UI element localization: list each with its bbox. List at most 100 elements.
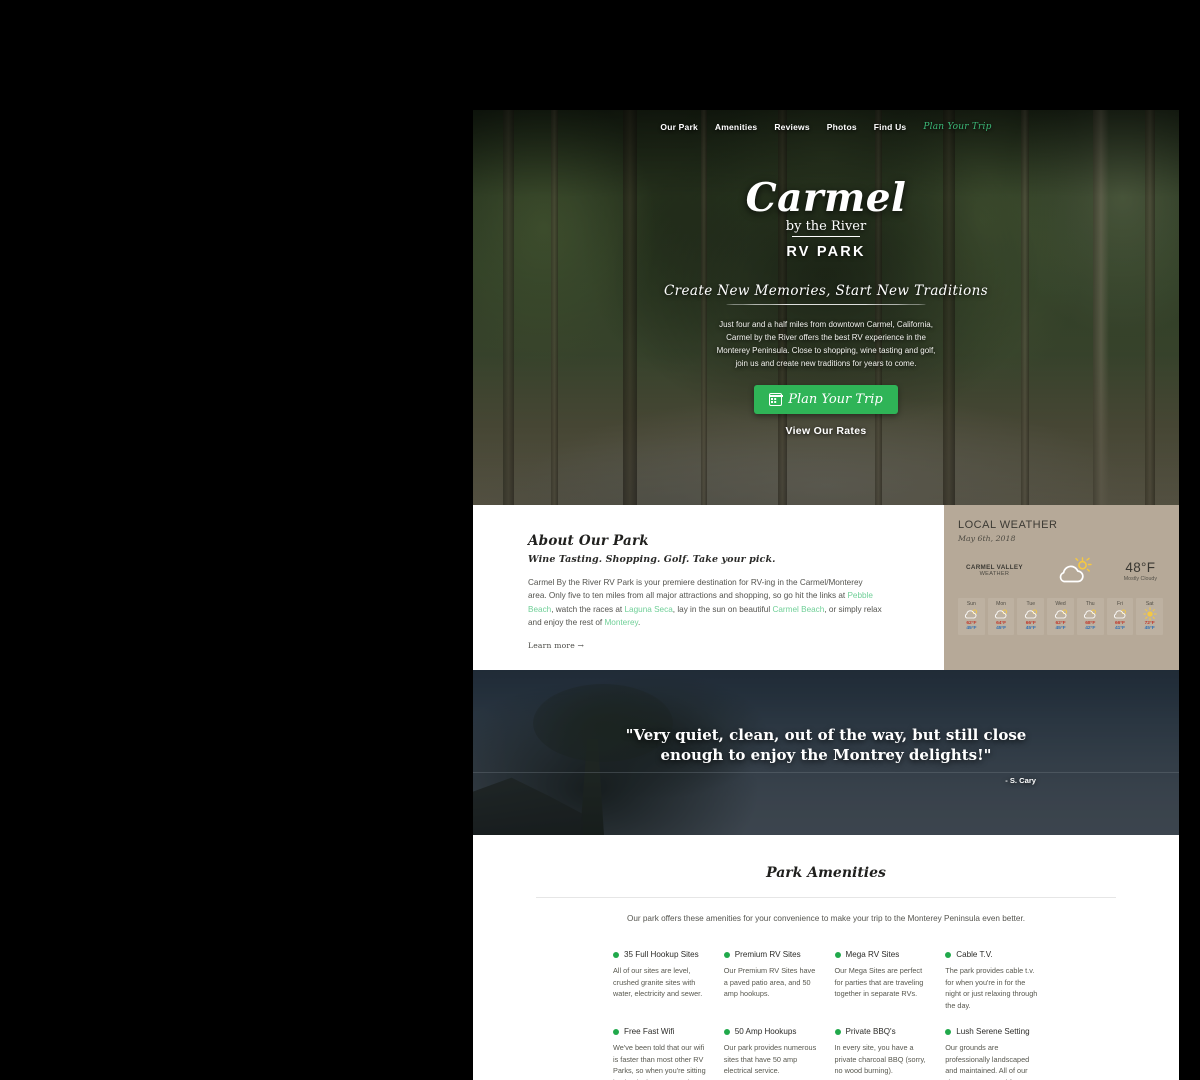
testimonial-quote: "Very quiet, clean, out of the way, but … (625, 726, 1027, 764)
amenities-title: Park Amenities (766, 865, 886, 881)
amenity-description: Our park provides numerous sites that ha… (723, 1043, 817, 1076)
amenity-item: Lush Serene Setting Our grounds are prof… (945, 1027, 1039, 1080)
link-carmel-beach[interactable]: Carmel Beach (772, 605, 824, 614)
amenity-title: 50 Amp Hookups (734, 1027, 797, 1037)
calendar-icon (768, 392, 783, 406)
hero-description: Just four and a half miles from downtown… (716, 320, 936, 368)
forecast-day: Sat 72°F 45°F (1136, 598, 1164, 635)
weather-current-temp-block: 48°F Mostly Cloudy (1124, 560, 1157, 582)
about-title: About Our Park (528, 533, 649, 549)
forecast-low: 45°F (1144, 626, 1155, 631)
forecast-icon-wrap (958, 607, 985, 621)
plan-your-trip-label: Plan Your Trip (788, 391, 883, 407)
bullet-icon (945, 1028, 952, 1035)
testimonial-section: "Very quiet, clean, out of the way, but … (473, 670, 1179, 835)
testimonial-attribution: - S. Cary (1005, 775, 1036, 785)
site-logo: Carmel by the River RV PARK (473, 175, 1179, 261)
forecast-icon-wrap (1017, 607, 1044, 621)
plan-your-trip-button[interactable]: Plan Your Trip (754, 384, 898, 414)
hero-tagline: Create New Memories, Start New Tradition… (663, 283, 989, 300)
weather-location-line1: CARMEL VALLEY (966, 563, 1023, 571)
weather-title: LOCAL WEATHER (958, 519, 1058, 531)
nav-item-amenities[interactable]: Amenities (715, 122, 757, 132)
partly-cloudy-icon (1060, 557, 1092, 583)
local-weather-widget: LOCAL WEATHER May 6th, 2018 CARMEL VALLE… (944, 505, 1179, 670)
amenity-title: Mega RV Sites (845, 950, 900, 959)
bullet-icon (834, 951, 841, 958)
weather-forecast-row: Sun 62°F 45°F Mon 64°F 45°F Tue 66°F 45°… (958, 598, 1164, 635)
amenity-description: Our Premium RV Sites have a paved patio … (723, 966, 816, 999)
website-page: Our Park Amenities Reviews Photos Find U… (473, 110, 1179, 1080)
amenity-title: Free Fast Wifi (624, 1027, 675, 1037)
learn-more-link[interactable]: Learn more → (528, 641, 584, 650)
amenity-title: Cable T.V. (956, 950, 993, 959)
amenities-divider (536, 897, 1116, 898)
nav-item-our-park[interactable]: Our Park (660, 122, 698, 132)
logo-line-carmel: Carmel (745, 175, 907, 221)
sunny-icon (1142, 607, 1157, 621)
about-body: Carmel By the River RV Park is your prem… (528, 576, 883, 629)
about-body-part-2: , watch the races at (551, 604, 625, 614)
amenity-description: Our Mega Sites are perfect for parties t… (834, 966, 924, 999)
tagline-divider (726, 304, 926, 306)
amenity-description: All of our sites are level, crushed gran… (613, 966, 703, 999)
about-weather-band: About Our Park Wine Tasting. Shopping. G… (473, 505, 1179, 670)
bullet-icon (945, 951, 952, 958)
bullet-icon (613, 951, 619, 958)
logo-line-by-the-river: by the River (786, 219, 866, 238)
forecast-icon-wrap (1077, 607, 1104, 621)
forecast-low: 45°F (1055, 626, 1066, 631)
forecast-day: Sun 62°F 45°F (958, 598, 985, 635)
amenity-description: We've been told that our wifi is faster … (613, 1043, 706, 1080)
park-amenities-section: Park Amenities Our park offers these ame… (473, 835, 1179, 1080)
bullet-icon (723, 951, 730, 958)
amenity-description: Our grounds are professionally landscape… (945, 1043, 1030, 1080)
partly-cloudy-icon (995, 609, 1008, 619)
partly-cloudy-icon (1113, 609, 1126, 619)
bullet-icon (613, 1028, 619, 1035)
logo-line-rv-park: RV PARK (786, 244, 866, 261)
forecast-low: 45°F (1025, 626, 1036, 631)
partly-cloudy-icon (1084, 609, 1097, 619)
amenity-title: Lush Serene Setting (956, 1027, 1030, 1037)
forecast-day: Wed 62°F 45°F (1047, 598, 1074, 635)
forecast-low: 45°F (966, 626, 977, 631)
link-monterey[interactable]: Monterey (604, 618, 638, 627)
amenities-grid: 35 Full Hookup Sites All of our sites ar… (473, 923, 1179, 1080)
partly-cloudy-icon (1024, 609, 1037, 619)
forecast-day: Fri 66°F 41°F (1106, 598, 1134, 635)
nav-item-photos[interactable]: Photos (827, 122, 857, 132)
forecast-icon-wrap (988, 607, 1015, 621)
about-body-part-1: Carmel By the River RV Park is your prem… (528, 578, 863, 601)
nav-item-plan-your-trip[interactable]: Plan Your Trip (923, 122, 991, 132)
amenity-title: 35 Full Hookup Sites (624, 950, 699, 959)
nav-item-reviews[interactable]: Reviews (774, 122, 809, 132)
forecast-low: 41°F (1114, 626, 1125, 631)
nav-item-find-us[interactable]: Find Us (874, 122, 907, 132)
amenity-item: 50 Amp Hookups Our park provides numerou… (723, 1027, 818, 1080)
bullet-icon (834, 1028, 841, 1035)
amenity-item: Premium RV Sites Our Premium RV Sites ha… (723, 950, 818, 1011)
weather-date: May 6th, 2018 (958, 534, 1016, 543)
weather-location: CARMEL VALLEY WEATHER (966, 564, 1023, 579)
amenity-title: Premium RV Sites (734, 950, 801, 959)
amenity-title: Private BBQ's (845, 1027, 896, 1037)
amenity-item: Mega RV Sites Our Mega Sites are perfect… (834, 950, 929, 1011)
weather-current: CARMEL VALLEY WEATHER 48°F Mostly Cloudy (958, 556, 1163, 586)
forecast-low: 42°F (1085, 626, 1096, 631)
forecast-day: Mon 64°F 45°F (987, 598, 1015, 635)
view-our-rates-link[interactable]: View Our Rates (473, 425, 1179, 437)
hero-cta-group: Plan Your Trip View Our Rates (473, 384, 1179, 437)
weather-location-line2: WEATHER (979, 571, 1010, 578)
amenity-description: In every site, you have a private charco… (834, 1043, 926, 1076)
weather-current-temp: 48°F (1125, 560, 1156, 575)
main-navigation: Our Park Amenities Reviews Photos Find U… (473, 110, 1179, 132)
hero-section: Our Park Amenities Reviews Photos Find U… (473, 110, 1179, 505)
partly-cloudy-icon (1054, 609, 1067, 619)
amenity-item: 35 Full Hookup Sites All of our sites ar… (613, 950, 707, 1011)
forecast-day: Thu 68°F 42°F (1076, 598, 1104, 635)
about-body-part-5: . (638, 617, 641, 627)
amenity-item: Free Fast Wifi We've been told that our … (613, 1027, 707, 1080)
link-laguna-seca[interactable]: Laguna Seca (625, 605, 673, 614)
about-our-park-section: About Our Park Wine Tasting. Shopping. G… (473, 505, 944, 670)
